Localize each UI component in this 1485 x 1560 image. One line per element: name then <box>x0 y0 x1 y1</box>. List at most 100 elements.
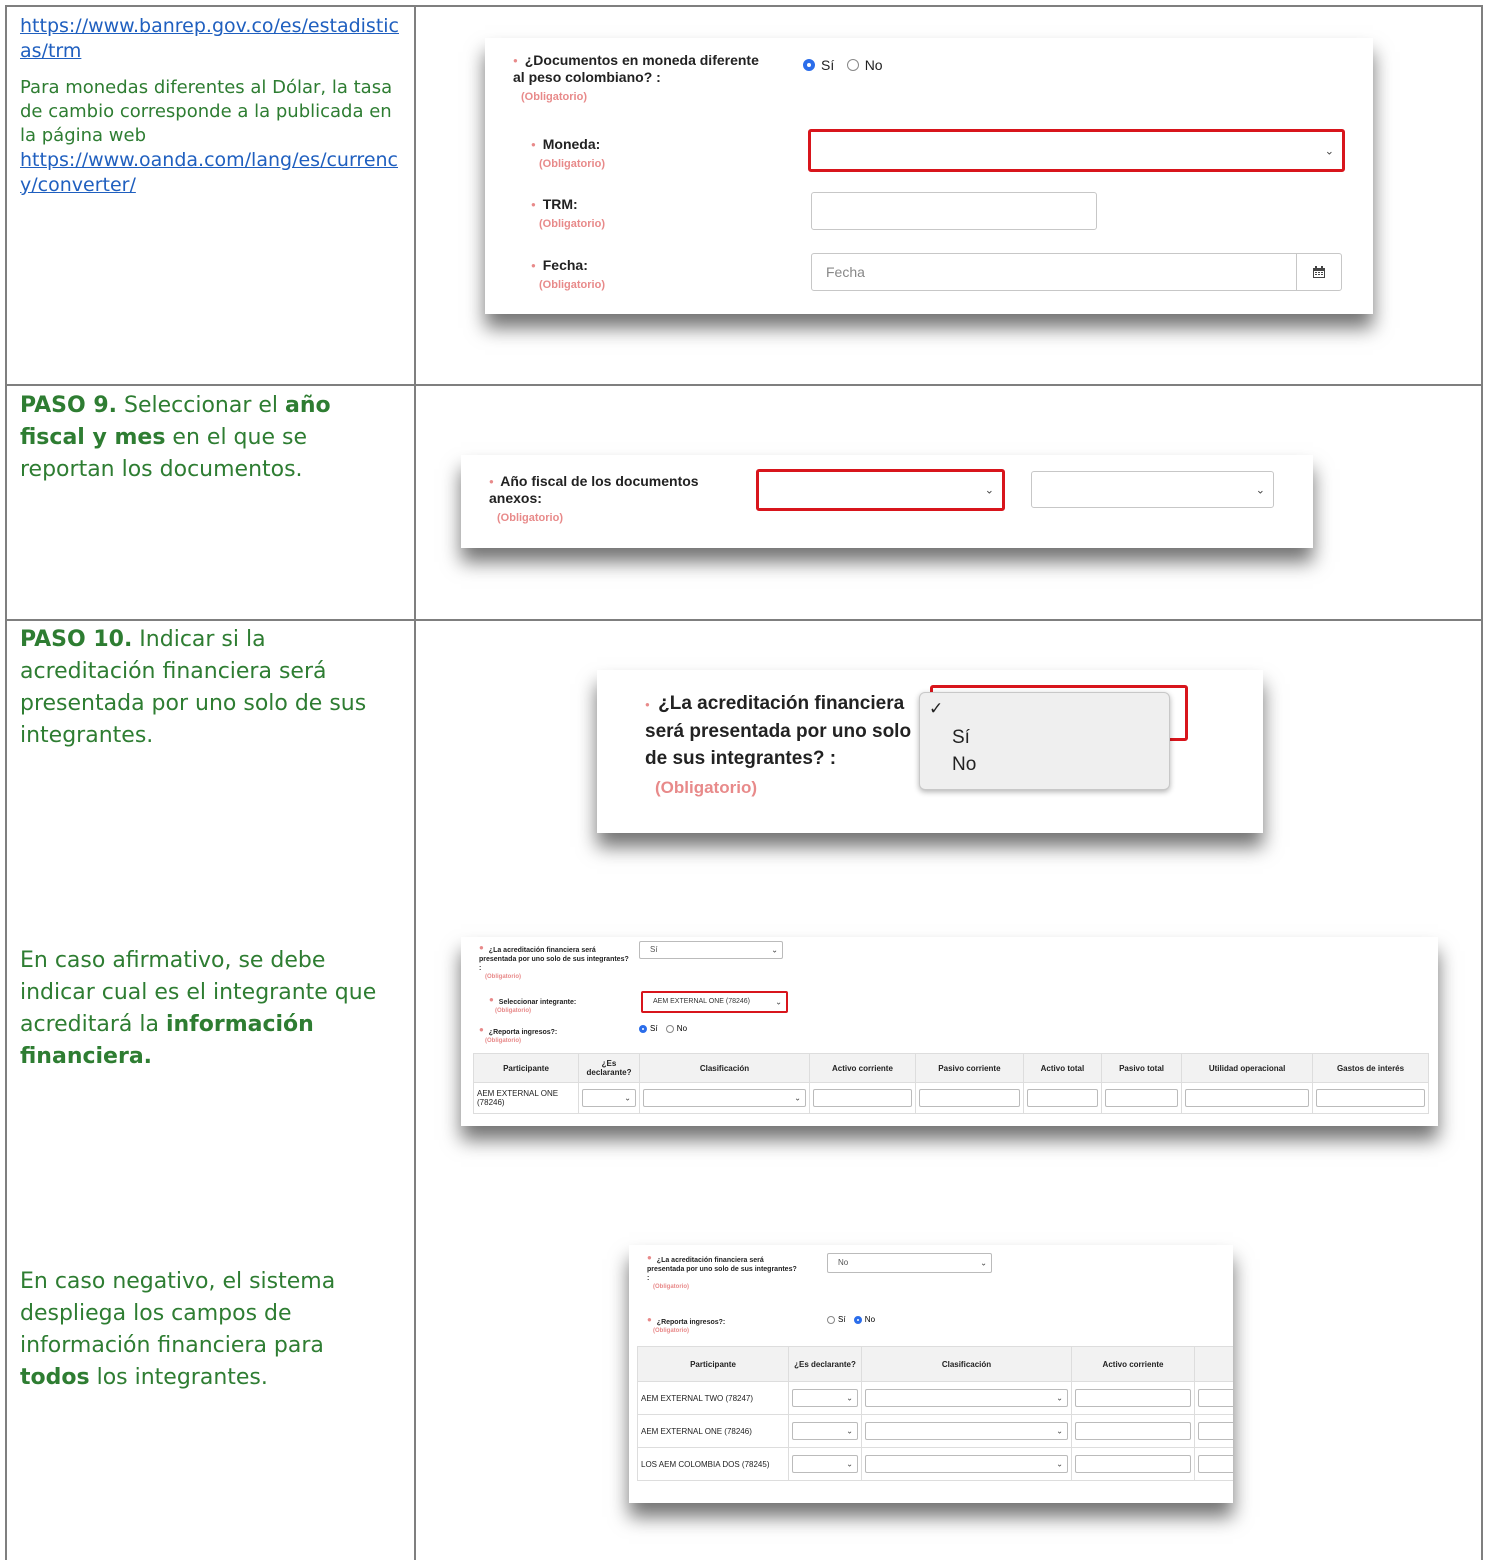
col-clasificacion: Clasificación <box>861 1346 1072 1382</box>
chevron-down-icon: ⌄ <box>1056 1459 1063 1469</box>
currency-form-screenshot: ¿Documentos en moneda diferente al peso … <box>485 38 1373 314</box>
activo-total-input[interactable] <box>1026 1089 1098 1107</box>
acreditacion-options-menu: ✓ Sí No <box>919 692 1170 790</box>
affirm-ingresos-label: ¿Reporta ingresos?: (Obligatorio) <box>479 1025 557 1046</box>
col-activo-corriente: Activo corriente <box>809 1053 916 1083</box>
col-pasivo-total: Pasivo total <box>1100 1053 1183 1083</box>
affirm-seleccionar-label: Seleccionar integrante: (Obligatorio) <box>489 995 576 1016</box>
paso9-step: PASO 9. <box>20 393 118 418</box>
neg-radio-si-label: Sí <box>838 1315 846 1324</box>
gastos-cell <box>1312 1082 1429 1114</box>
trm-input[interactable] <box>811 192 1097 230</box>
declarante-cell: ⌄ <box>788 1381 862 1415</box>
clasificacion-cell: ⌄ <box>639 1082 810 1114</box>
activo-corriente-cell <box>809 1082 916 1114</box>
banrep-link[interactable]: https://www.banrep.gov.co/es/estadistica… <box>20 15 399 62</box>
documents-currency-label: ¿Documentos en moneda diferente al peso … <box>513 52 763 106</box>
next-input[interactable] <box>1198 1455 1233 1473</box>
fiscal-month-select[interactable]: ⌄ <box>1031 471 1274 508</box>
neg-financial-table: Participante ¿Es declarante? Clasificaci… <box>637 1346 1233 1481</box>
fecha-input[interactable]: Fecha <box>811 253 1342 291</box>
declarante-select[interactable]: ⌄ <box>792 1389 858 1407</box>
activo-corriente-input[interactable] <box>1075 1389 1191 1407</box>
radio-no[interactable] <box>846 58 859 71</box>
fiscal-year-select[interactable]: ⌄ <box>756 469 1005 511</box>
trm-label: TRM: (Obligatorio) <box>531 196 605 233</box>
table-border-left <box>5 5 7 1560</box>
activo-corriente-cell <box>1071 1381 1195 1415</box>
fiscal-year-label: Año fiscal de los documentos anexos: (Ob… <box>489 473 729 527</box>
calendar-button[interactable] <box>1296 254 1341 290</box>
next-input[interactable] <box>1198 1422 1233 1440</box>
affirm-radio-no[interactable] <box>665 1024 674 1033</box>
affirm-select-value: Sí <box>650 945 658 954</box>
fiscal-year-screenshot: Año fiscal de los documentos anexos: (Ob… <box>461 455 1313 548</box>
table-row: LOS AEM COLOMBIA DOS (78245) ⌄ ⌄ <box>637 1447 1233 1481</box>
pasivo-corriente-cell <box>914 1082 1024 1114</box>
paso10-text: PASO 10. Indicar si la acreditación fina… <box>20 624 400 752</box>
clasificacion-select[interactable]: ⌄ <box>865 1422 1068 1440</box>
chevron-down-icon: ⌄ <box>794 1093 801 1103</box>
table-row: AEM EXTERNAL ONE (78246) ⌄ ⌄ <box>473 1082 1429 1114</box>
acreditacion-dropdown-screenshot: ¿La acreditación financiera será present… <box>597 670 1263 833</box>
affirm-radio-no-label: No <box>676 1024 688 1033</box>
neg-radio-no[interactable] <box>853 1315 862 1324</box>
affirm-acreditacion-select[interactable]: Sí ⌄ <box>639 941 783 959</box>
next-cell <box>1194 1447 1233 1481</box>
document-page: https://www.banrep.gov.co/es/estadistica… <box>0 0 1485 1560</box>
chevron-down-icon: ⌄ <box>984 484 994 497</box>
neg-radio-si[interactable] <box>827 1315 835 1324</box>
moneda-select[interactable]: ⌄ <box>808 129 1345 172</box>
neg-t2: los integrantes. <box>89 1365 268 1390</box>
chevron-down-icon: ⌄ <box>624 1093 631 1103</box>
col-gastos-interes: Gastos de interés <box>1312 1053 1429 1083</box>
col-declarante: ¿Es declarante? <box>788 1346 862 1382</box>
option-si[interactable]: Sí <box>952 727 970 749</box>
declarante-select[interactable]: ⌄ <box>792 1422 858 1440</box>
affirm-question-label: ¿La acreditación financiera será present… <box>479 943 629 982</box>
moneda-label: Moneda: (Obligatorio) <box>531 136 605 173</box>
declarante-select[interactable]: ⌄ <box>582 1089 636 1107</box>
next-cell <box>1194 1414 1233 1448</box>
documents-currency-radio-group: Sí No <box>803 56 891 74</box>
activo-corriente-input[interactable] <box>813 1089 912 1107</box>
utilidad-operacional-input[interactable] <box>1185 1089 1310 1107</box>
gastos-interes-input[interactable] <box>1316 1089 1425 1107</box>
declarante-cell: ⌄ <box>578 1082 640 1114</box>
affirm-radio-si[interactable] <box>639 1024 647 1033</box>
neg-acreditacion-select[interactable]: No ⌄ <box>827 1253 992 1273</box>
chevron-down-icon: ⌄ <box>1255 484 1265 496</box>
option-no[interactable]: No <box>952 754 976 776</box>
table-row: AEM EXTERNAL ONE (78246) ⌄ ⌄ <box>637 1414 1233 1448</box>
oanda-link[interactable]: https://www.oanda.com/lang/es/currency/c… <box>20 149 398 196</box>
calendar-icon <box>1313 266 1325 278</box>
declarante-select[interactable]: ⌄ <box>792 1455 858 1473</box>
chevron-down-icon: ⌄ <box>1056 1393 1063 1403</box>
check-icon: ✓ <box>929 699 944 718</box>
next-input[interactable] <box>1198 1389 1233 1407</box>
activo-corriente-input[interactable] <box>1075 1455 1191 1473</box>
paso9-t1: Seleccionar el <box>117 393 286 418</box>
radio-si[interactable] <box>803 58 815 71</box>
col-pasivo-corriente: Pasivo corriente <box>914 1053 1024 1083</box>
participante-cell: LOS AEM COLOMBIA DOS (78245) <box>637 1447 789 1481</box>
neg-t1: En caso negativo, el sistema despliega l… <box>20 1269 336 1358</box>
col-activo-total: Activo total <box>1022 1053 1102 1083</box>
fecha-placeholder: Fecha <box>826 264 865 280</box>
table-row: AEM EXTERNAL TWO (78247) ⌄ ⌄ <box>637 1381 1233 1415</box>
pasivo-total-input[interactable] <box>1104 1089 1179 1107</box>
affirm-integrante-select[interactable]: AEM EXTERNAL ONE (78246) ⌄ <box>641 991 788 1013</box>
clasificacion-select[interactable]: ⌄ <box>643 1089 806 1107</box>
activo-corriente-input[interactable] <box>1075 1422 1191 1440</box>
next-cell <box>1194 1381 1233 1415</box>
clasificacion-cell: ⌄ <box>861 1414 1072 1448</box>
col-activo-corriente: Activo corriente <box>1071 1346 1195 1382</box>
clasificacion-select[interactable]: ⌄ <box>865 1455 1068 1473</box>
neg-ingresos-radios: Sí No <box>827 1315 875 1324</box>
table-border-top <box>5 5 1483 7</box>
col-participante: Participante <box>637 1346 789 1382</box>
table-border-middle <box>414 5 416 1560</box>
pasivo-corriente-input[interactable] <box>918 1089 1020 1107</box>
clasificacion-select[interactable]: ⌄ <box>865 1389 1068 1407</box>
affirmative-form-screenshot: ¿La acreditación financiera será present… <box>461 937 1438 1126</box>
